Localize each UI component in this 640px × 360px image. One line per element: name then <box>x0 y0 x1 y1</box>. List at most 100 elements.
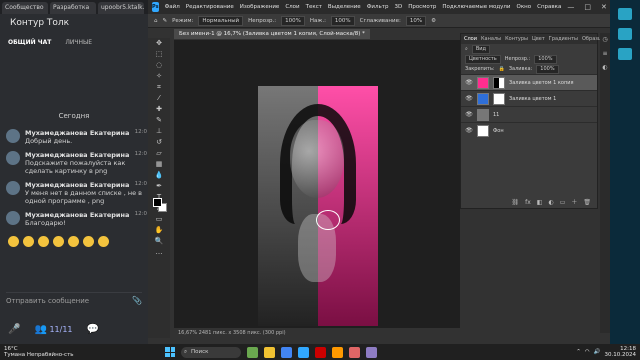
volume-icon[interactable]: 🔊 <box>594 349 601 355</box>
close-icon[interactable]: ✕ <box>601 3 607 11</box>
flow-field[interactable]: 100% <box>330 15 355 26</box>
folder-icon[interactable] <box>264 346 275 358</box>
tab-paths[interactable]: Контуры <box>505 34 528 44</box>
color-swatches[interactable] <box>153 198 167 212</box>
taskbar-app-icon[interactable] <box>315 346 326 358</box>
eraser-tool-icon[interactable]: ▱ <box>148 148 170 159</box>
browser-tab[interactable]: upoobr5.ktalk.ru <box>98 2 144 14</box>
emoji-sad-icon[interactable] <box>98 236 109 247</box>
new-layer-icon[interactable]: ＋ <box>571 198 577 208</box>
chat-bubble-icon[interactable]: 💬 <box>87 324 99 335</box>
emoji-heart-eyes-icon[interactable] <box>83 236 94 247</box>
lock-icon[interactable]: 🔒 <box>499 66 505 72</box>
layer-row[interactable]: 👁 Заливка цветом 1 <box>461 90 597 106</box>
adjustments-icon[interactable]: ◐ <box>600 61 610 75</box>
layer-opacity-field[interactable]: 100% <box>534 54 557 64</box>
emoji-clap-icon[interactable] <box>38 236 49 247</box>
menu-layers[interactable]: Слои <box>285 4 299 10</box>
tab-color[interactable]: Цвет <box>532 34 545 44</box>
hand-tool-icon[interactable]: ✋ <box>148 225 170 236</box>
stamp-tool-icon[interactable]: ⊥ <box>148 126 170 137</box>
eye-icon[interactable]: 👁 <box>465 79 473 86</box>
minimize-icon[interactable]: — <box>567 3 574 11</box>
emoji-pray-icon[interactable] <box>23 236 34 247</box>
menu-file[interactable]: Файл <box>165 4 180 10</box>
mask-icon[interactable]: ◧ <box>537 198 543 208</box>
clock[interactable]: 12:18 30.10.2024 <box>605 346 637 358</box>
chat-message[interactable]: Мухамеджанова Екатерина У меня нет в дан… <box>0 178 148 208</box>
windows-start-icon[interactable] <box>165 347 175 357</box>
adjustment-icon[interactable]: ◐ <box>548 198 553 208</box>
eye-icon[interactable]: 👁 <box>465 95 473 102</box>
desktop-app-icon[interactable] <box>618 8 632 20</box>
layer-kind-select[interactable]: Вид <box>471 44 490 54</box>
emoji-thumbs-up-icon[interactable] <box>8 236 19 247</box>
gradient-tool-icon[interactable]: ▦ <box>148 159 170 170</box>
emoji-smile-icon[interactable] <box>68 236 79 247</box>
tab-channels[interactable]: Каналы <box>481 34 501 44</box>
chevron-up-icon[interactable]: ⌃ <box>576 349 581 355</box>
wifi-icon[interactable]: ◠ <box>585 349 590 355</box>
browser-tab[interactable]: Сообщество <box>2 2 48 14</box>
menu-edit[interactable]: Редактирование <box>186 4 234 10</box>
portrait-image[interactable] <box>258 86 378 326</box>
smoothing-field[interactable]: 10% <box>405 15 427 26</box>
mode-select[interactable]: Нормальный <box>198 15 244 26</box>
brush-tool-icon[interactable]: ✎ <box>148 115 170 126</box>
weather-widget[interactable]: 16°C Тумана Непрабяйно-сть <box>0 346 74 358</box>
fill-field[interactable]: 100% <box>536 64 559 74</box>
layer-mask-thumbnail[interactable] <box>493 76 505 89</box>
properties-icon[interactable]: ≡ <box>600 47 610 61</box>
mic-icon[interactable]: 🎤 <box>8 324 20 335</box>
marquee-tool-icon[interactable]: ⬚ <box>148 49 170 60</box>
menu-type[interactable]: Текст <box>306 4 322 10</box>
healing-brush-icon[interactable]: ✚ <box>148 104 170 115</box>
menu-3d[interactable]: 3D <box>394 4 402 10</box>
taskbar-app-icon[interactable] <box>349 346 360 358</box>
emoji-laugh-icon[interactable] <box>53 236 64 247</box>
chrome-icon[interactable] <box>281 346 292 358</box>
blur-tool-icon[interactable]: 💧 <box>148 170 170 181</box>
canvas-area[interactable] <box>174 40 460 328</box>
opacity-field[interactable]: 100% <box>281 15 305 26</box>
taskbar-app-icon[interactable] <box>247 346 258 358</box>
menu-image[interactable]: Изображение <box>240 4 280 10</box>
fx-icon[interactable]: fx <box>525 198 531 208</box>
chat-message[interactable]: Мухамеджанова Екатерина Благодарю! 12:0 <box>0 208 148 230</box>
more-tools-icon[interactable]: … <box>148 247 170 258</box>
zoom-tool-icon[interactable]: 🔍 <box>148 236 170 247</box>
menu-select[interactable]: Выделение <box>328 4 361 10</box>
eye-icon[interactable]: 👁 <box>465 111 473 118</box>
brush-icon[interactable]: ✎ <box>163 18 168 24</box>
desktop-app-icon[interactable] <box>618 48 632 60</box>
menu-filter[interactable]: Фильтр <box>367 4 389 10</box>
menu-view[interactable]: Просмотр <box>408 4 436 10</box>
members-button[interactable]: 👥 11/11 <box>34 324 72 335</box>
crop-tool-icon[interactable]: ⌗ <box>148 82 170 93</box>
shape-tool-icon[interactable]: ▭ <box>148 214 170 225</box>
tab-layers[interactable]: Слои <box>464 34 477 44</box>
filter-general-chat[interactable]: ОБЩИЙ ЧАТ <box>8 38 51 48</box>
history-icon[interactable]: ◷ <box>600 33 610 47</box>
layer-row[interactable]: 👁 11 <box>461 106 597 122</box>
lasso-tool-icon[interactable]: ◌ <box>148 60 170 71</box>
gear-icon[interactable]: ⚙ <box>431 18 436 24</box>
desktop-app-icon[interactable] <box>618 28 632 40</box>
message-input[interactable]: Отправить сообщение 📎 <box>6 292 142 308</box>
document-tab[interactable]: Без имени-1 @ 16,7% (Заливка цветом 1 ко… <box>174 29 370 39</box>
link-icon[interactable]: ⛓ <box>511 198 519 208</box>
blend-mode-select[interactable]: Цветность <box>465 54 501 64</box>
layer-row[interactable]: 👁 Заливка цветом 1 копия <box>461 74 597 90</box>
home-icon[interactable]: ⌂ <box>154 18 158 24</box>
menu-plugins[interactable]: Подключаемые модули <box>442 4 510 10</box>
tab-gradients[interactable]: Градиенты <box>549 34 578 44</box>
filter-private[interactable]: ЛИЧНЫЕ <box>65 38 92 48</box>
chat-message[interactable]: Мухамеджанова Екатерина Добрый день. 12:… <box>0 126 148 148</box>
taskbar-search[interactable]: ⌕ Поиск <box>181 346 241 358</box>
folder-icon[interactable]: ▭ <box>560 198 566 208</box>
taskbar-app-icon[interactable] <box>332 346 343 358</box>
trash-icon[interactable]: 🗑 <box>583 198 591 208</box>
history-brush-icon[interactable]: ↺ <box>148 137 170 148</box>
menu-help[interactable]: Справка <box>537 4 561 10</box>
eyedropper-icon[interactable]: ⁄ <box>148 93 170 104</box>
